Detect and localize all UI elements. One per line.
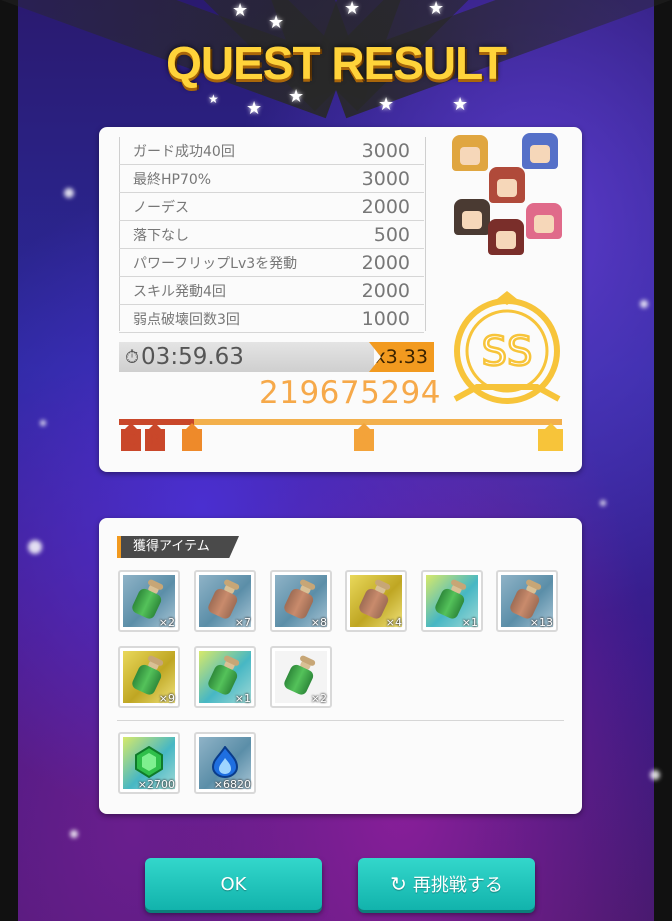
character-portrait: [522, 133, 558, 169]
currency-count: ×2700: [137, 778, 175, 791]
rank-mark-c: C: [121, 423, 141, 451]
star-icon: ★: [288, 86, 305, 107]
bonus-points: 2000: [361, 195, 410, 218]
page-title: QUEST RESULT: [166, 37, 507, 89]
right-edge: [654, 0, 672, 921]
bonus-row: 最終HP70% 3000: [119, 165, 424, 193]
bonus-label: 最終HP70%: [133, 171, 212, 188]
reward-item[interactable]: ×4: [345, 570, 407, 632]
rank-mark-s: S: [354, 423, 374, 451]
bonus-label: 弱点破壊回数3回: [133, 311, 240, 328]
bonus-row: 弱点破壊回数3回 1000: [119, 305, 424, 333]
bonus-points: 1000: [361, 307, 410, 330]
character-portrait: [489, 167, 525, 203]
character-portrait: [488, 219, 524, 255]
item-count: ×1: [461, 616, 478, 629]
bonus-label: ガード成功40回: [133, 143, 235, 160]
left-edge: [0, 0, 18, 921]
background-star: [600, 500, 606, 506]
reward-item[interactable]: ×1: [194, 646, 256, 708]
star-icon: ★: [268, 12, 285, 33]
title-banner: ★ ★ ★ ★ ★ ★ ★ ★ ★ QUEST RESULT: [0, 0, 672, 130]
bonus-row: 落下なし 500: [119, 221, 424, 249]
background-star: [40, 420, 46, 426]
item-count: ×13: [529, 616, 553, 629]
background-star: [64, 188, 74, 198]
retry-icon: ↻: [390, 872, 407, 896]
ok-button-label: OK: [220, 873, 247, 895]
item-count: ×9: [158, 692, 175, 705]
bonus-row: ノーデス 2000: [119, 193, 424, 221]
currency-item[interactable]: ×6820: [194, 732, 256, 794]
background-star: [650, 770, 660, 780]
bonus-points: 3000: [361, 139, 410, 162]
star-icon: ★: [378, 94, 395, 115]
background-star: [640, 300, 648, 308]
bonus-label: スキル発動4回: [133, 283, 226, 300]
character-portrait: [454, 199, 490, 235]
item-count: ×1: [234, 692, 251, 705]
bonus-points: 2000: [361, 251, 410, 274]
items-divider: [117, 720, 564, 721]
reward-item[interactable]: ×9: [118, 646, 180, 708]
bonus-points: 500: [373, 223, 410, 246]
item-count: ×2: [310, 692, 327, 705]
party-characters: [444, 127, 579, 267]
rank-mark-a: A: [182, 423, 202, 451]
bonus-row: スキル発動4回 2000: [119, 277, 424, 305]
background-star: [70, 830, 78, 838]
item-count: ×4: [385, 616, 402, 629]
reward-item[interactable]: ×1: [421, 570, 483, 632]
star-icon: ★: [428, 0, 445, 19]
character-portrait: [526, 203, 562, 239]
reward-item[interactable]: ×8: [270, 570, 332, 632]
star-icon: ★: [232, 0, 249, 21]
reward-item[interactable]: ×13: [496, 570, 558, 632]
retry-button[interactable]: ↻ 再挑戦する: [358, 858, 535, 910]
items-panel: 獲得アイテム ×2 ×7 ×8 ×4 ×1 ×13 ×9 ×1 ×2 ×2700…: [99, 518, 582, 814]
item-count: ×7: [234, 616, 251, 629]
bonus-label: パワーフリップLv3を発動: [133, 255, 298, 272]
bonus-row: パワーフリップLv3を発動 2000: [119, 249, 424, 277]
bonus-row: ガード成功40回 3000: [119, 137, 424, 165]
rank-text: SS: [482, 329, 533, 375]
bonus-table: ガード成功40回 3000 最終HP70% 3000 ノーデス 2000 落下なし 50…: [119, 137, 424, 333]
bonus-label: 落下なし: [133, 227, 189, 244]
rank-mark-ss: SS: [538, 423, 564, 451]
item-count: ×8: [310, 616, 327, 629]
rank-badge: SS: [453, 291, 561, 404]
item-count: ×2: [158, 616, 175, 629]
clear-time-bar: ⏱ 03:59.63: [119, 342, 374, 372]
result-panel: ガード成功40回 3000 最終HP70% 3000 ノーデス 2000 落下なし 50…: [99, 127, 582, 472]
star-icon: ★: [246, 98, 263, 119]
ok-button[interactable]: OK: [145, 858, 322, 910]
star-icon: ★: [344, 0, 361, 19]
rank-mark-b: B: [145, 423, 165, 451]
reward-item[interactable]: ×2: [270, 646, 332, 708]
items-header: 獲得アイテム: [117, 536, 239, 558]
total-score: 219675294: [259, 375, 442, 411]
bonus-points: 3000: [361, 167, 410, 190]
bonus-label: ノーデス: [133, 199, 189, 216]
score-multiplier: x3.33: [369, 342, 434, 372]
bonus-points: 2000: [361, 279, 410, 302]
currency-item[interactable]: ×2700: [118, 732, 180, 794]
clear-time: 03:59.63: [141, 344, 244, 370]
reward-item[interactable]: ×7: [194, 570, 256, 632]
currency-count: ×6820: [213, 778, 251, 791]
background-star: [28, 540, 42, 554]
quest-result-screen: ★ ★ ★ ★ ★ ★ ★ ★ ★ QUEST RESULT ガード成功40回 3…: [0, 0, 672, 921]
reward-item[interactable]: ×2: [118, 570, 180, 632]
character-portrait: [452, 135, 488, 171]
star-icon: ★: [452, 94, 469, 115]
stopwatch-icon: ⏱: [125, 346, 140, 368]
blue-flame-icon: [211, 746, 239, 778]
star-icon: ★: [208, 92, 219, 106]
green-gem-icon: [135, 746, 163, 778]
retry-button-label: 再挑戦する: [412, 875, 503, 896]
